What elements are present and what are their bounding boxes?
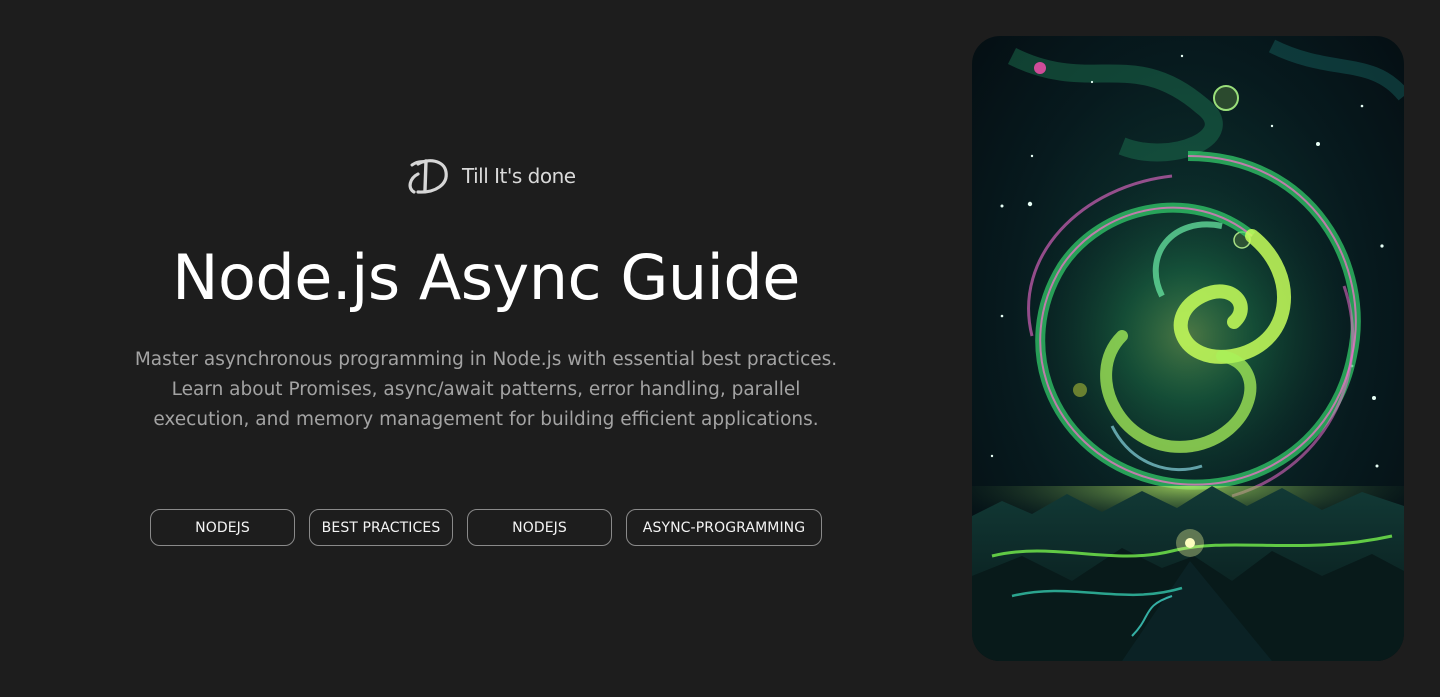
td-monogram-icon [408,159,448,194]
brand[interactable]: Till It's done [404,152,576,200]
tag-nodejs[interactable]: NODEJS [150,509,295,546]
tag-list: NODEJS BEST PRACTICES NODEJS ASYNC-PROGR… [150,509,822,546]
tag-nodejs-2[interactable]: NODEJS [467,509,612,546]
hero-section: Till It's done Node.js Async Guide Maste… [96,0,876,697]
tag-async-programming[interactable]: ASYNC-PROGRAMMING [626,509,822,546]
brand-name: Till It's done [462,164,576,188]
description-line: execution, and memory management for bui… [153,409,819,430]
hero-description: Master asynchronous programming in Node.… [96,345,876,435]
tag-best-practices[interactable]: BEST PRACTICES [309,509,453,546]
description-line: Learn about Promises, async/await patter… [171,379,801,400]
cosmic-spiral-artwork [972,36,1404,661]
description-line: Master asynchronous programming in Node.… [134,349,838,370]
cover-image [972,36,1404,661]
page: Till It's done Node.js Async Guide Maste… [0,0,1440,697]
page-title: Node.js Async Guide [172,241,800,314]
